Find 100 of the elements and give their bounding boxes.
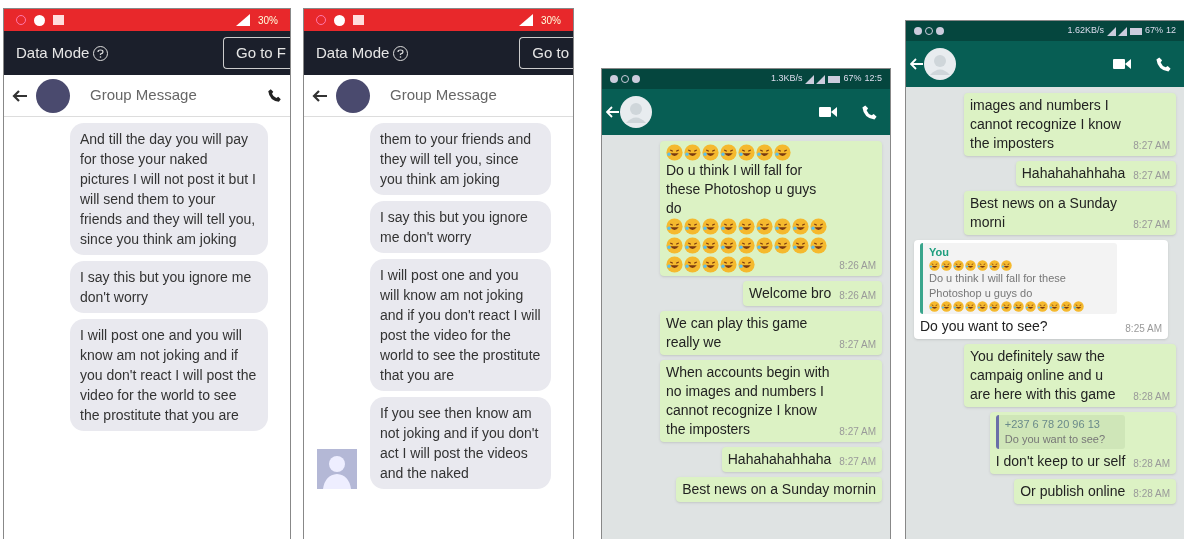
laughing-face-icon (1049, 301, 1060, 312)
laughing-face-icon (720, 218, 737, 235)
battery-percent: 67% (843, 72, 862, 86)
go-to-button[interactable]: Go to F (222, 37, 290, 69)
laughing-face-icon (738, 256, 755, 273)
laughing-face-icon (666, 144, 683, 161)
message-bubble: I will post one and you will know am not joking and if you don't react I will post the video for the world to see the prostitute that you are (70, 319, 268, 431)
laughing-face-icon (1073, 301, 1084, 312)
message-text: Best news on a Sunday mornin (682, 481, 876, 497)
battery-percent: 67% (1144, 24, 1163, 38)
back-arrow-icon[interactable] (12, 88, 28, 103)
laughing-face-icon (953, 260, 964, 271)
message-text: Hahahahahhaha (1021, 165, 1126, 181)
laughing-face-icon (702, 256, 719, 273)
phone-icon[interactable] (267, 88, 282, 103)
laughing-face-icon (702, 237, 719, 254)
phone-icon[interactable] (861, 103, 878, 121)
message-text: Do you want to see? (1004, 433, 1106, 445)
laughing-face-icon (666, 237, 683, 254)
message-text: Or publish online (1020, 483, 1126, 499)
message-time: 8:26 AM (839, 289, 876, 303)
laughing-face-icon (977, 301, 988, 312)
laughing-face-icon (965, 301, 976, 312)
data-mode-label: Data Mode (16, 42, 90, 63)
video-call-icon[interactable] (1113, 58, 1131, 70)
laughing-face-icon (720, 144, 737, 161)
message-time: 8:28 AM (1133, 457, 1170, 471)
message-text: Do u think I will fall for these Photoshop u guys do (929, 272, 1066, 299)
go-to-button[interactable]: Go to (519, 37, 573, 69)
chat-title: Group Message (390, 85, 497, 106)
message-time: 8:27 AM (1133, 169, 1170, 183)
laughing-face-icon (810, 237, 827, 254)
laughing-face-icon (965, 260, 976, 271)
message-time: 8:25 AM (1125, 322, 1162, 336)
message-text: You definitely saw the campaig online and u are here with this game (970, 348, 1116, 402)
laughing-face-icon (684, 218, 701, 235)
laughing-face-icon (1001, 260, 1012, 271)
laughing-face-icon (684, 144, 701, 161)
clock: 12 (1166, 24, 1176, 38)
message-bubble: I will post one and you will know am not joking and if you don't react I will post the video for the world to see the prostitute that you are (370, 259, 551, 391)
message-text: I don't keep to ur self (995, 453, 1126, 469)
laughing-face-icon (666, 218, 683, 235)
laughing-face-icon (929, 260, 940, 271)
laughing-face-icon (1001, 301, 1012, 312)
message-bubble: I say this but you ignore me don't worry (370, 201, 551, 253)
laughing-face-icon (1013, 301, 1024, 312)
data-mode-label: Data Mode (316, 42, 390, 63)
laughing-face-icon (666, 256, 683, 273)
signal-icon (1106, 26, 1127, 36)
laughing-face-icon (953, 301, 964, 312)
avatar-silhouette-icon (620, 96, 652, 128)
laughing-face-icon (1025, 301, 1036, 312)
avatar (336, 78, 370, 113)
laughing-face-icon (720, 256, 737, 273)
message-text: We can play this game really we (666, 315, 808, 350)
message-text: Hahahahahhaha (727, 451, 832, 467)
video-call-icon[interactable] (819, 106, 837, 118)
message-text: Best news on a Sunday morni (970, 195, 1118, 230)
laughing-face-icon (720, 237, 737, 254)
avatar-silhouette-icon (317, 449, 357, 489)
laughing-face-icon (977, 260, 988, 271)
clock: 12:5 (864, 72, 882, 86)
network-speed: 1.3KB/s (770, 72, 803, 86)
laughing-face-icon (756, 218, 773, 235)
message-time: 8:26 AM (839, 259, 876, 273)
message-text: When accounts begin with no images and numbers I cannot recognize I know the imposters (666, 364, 830, 437)
laughing-face-icon (702, 144, 719, 161)
quote-author: You (929, 245, 950, 260)
laughing-face-icon (1037, 301, 1048, 312)
laughing-face-icon (738, 144, 755, 161)
chat-title: Group Message (90, 85, 197, 106)
laughing-face-icon (738, 218, 755, 235)
laughing-face-icon (989, 301, 1000, 312)
laughing-face-icon (774, 218, 791, 235)
avatar-silhouette-icon (924, 48, 956, 80)
laughing-face-icon (774, 237, 791, 254)
signal-icon (519, 14, 533, 26)
laughing-face-icon (684, 256, 701, 273)
message-time: 8:27 AM (839, 455, 876, 469)
laughing-face-icon (941, 301, 952, 312)
message-time: 8:27 AM (1133, 139, 1170, 153)
laughing-face-icon (929, 301, 940, 312)
laughing-face-icon (941, 260, 952, 271)
avatar (36, 78, 70, 113)
message-text: Do you want to see? (920, 318, 1048, 334)
laughing-face-icon (810, 218, 827, 235)
signal-icon (805, 74, 826, 84)
message-text: Welcome bro (749, 285, 832, 301)
message-time: 8:27 AM (1133, 218, 1170, 232)
laughing-face-icon (792, 237, 809, 254)
laughing-face-icon (756, 237, 773, 254)
message-text: Do u think I will fall for these Photoshop u guys do (666, 162, 817, 216)
laughing-face-icon (1061, 301, 1072, 312)
laughing-face-icon (989, 260, 1000, 271)
quote-author: +237 6 78 20 96 13 (1004, 417, 1101, 432)
phone-icon[interactable] (1155, 55, 1172, 73)
message-bubble: I say this but you ignore me don't worry (70, 261, 268, 313)
message-time: 8:28 AM (1133, 390, 1170, 404)
signal-icon (236, 14, 250, 26)
back-arrow-icon[interactable] (312, 88, 328, 103)
